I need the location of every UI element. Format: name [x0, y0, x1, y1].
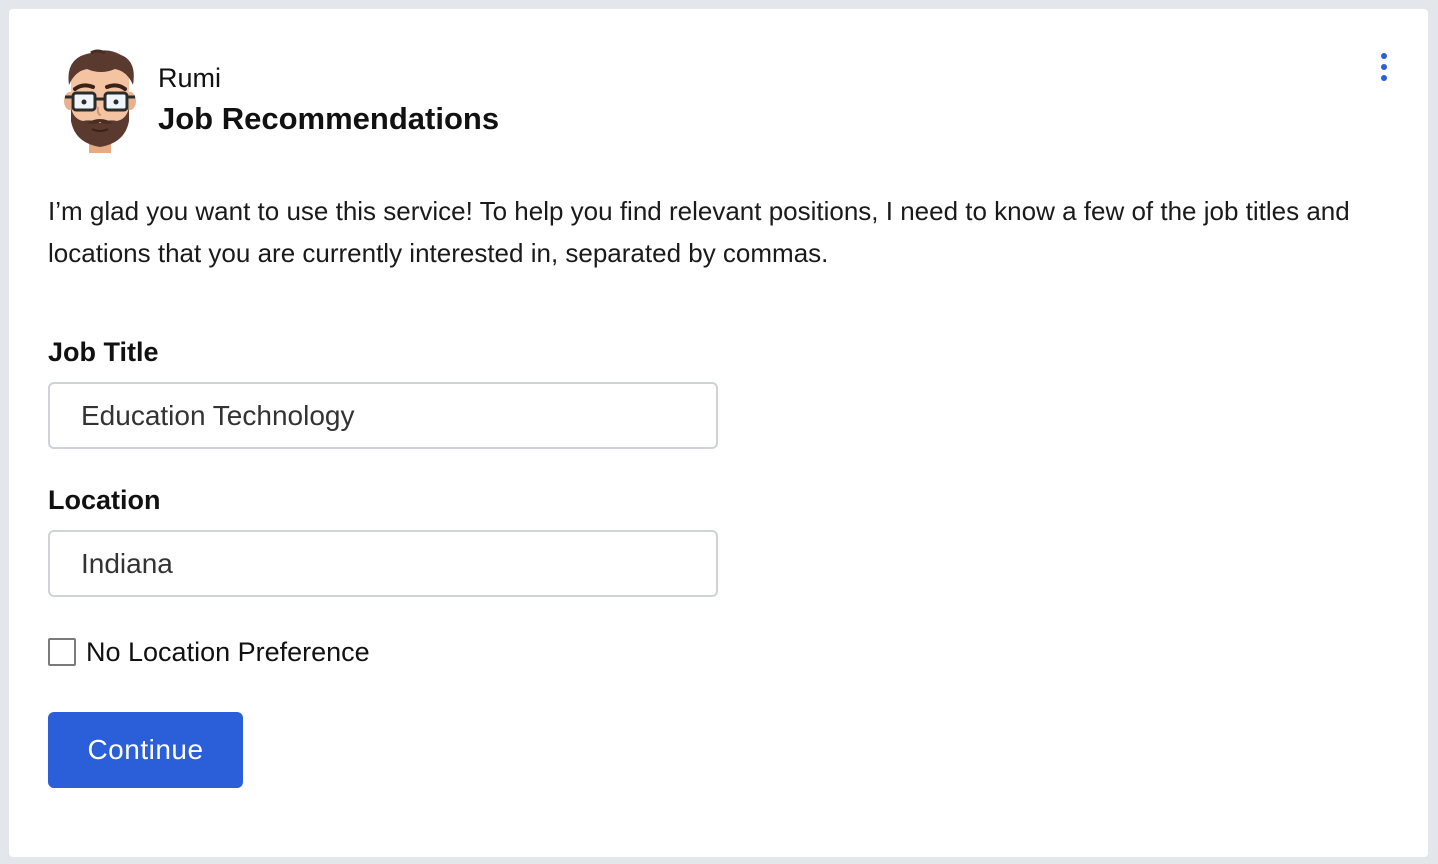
no-location-preference-option[interactable]: No Location Preference	[48, 635, 370, 669]
intro-message: I’m glad you want to use this service! T…	[48, 196, 1350, 268]
no-location-preference-checkbox[interactable]	[48, 638, 76, 666]
header-text: Rumi Job Recommendations	[158, 61, 499, 139]
continue-button[interactable]: Continue	[48, 712, 243, 788]
location-input[interactable]	[48, 530, 718, 597]
more-options-button[interactable]	[1369, 49, 1399, 85]
widget-title: Job Recommendations	[158, 101, 500, 136]
job-title-input[interactable]	[48, 382, 718, 449]
location-label: Location	[48, 485, 161, 515]
vertical-dots-icon	[1381, 53, 1387, 59]
bearded-man-avatar-icon	[64, 49, 136, 153]
job-recommendations-card: Rumi Job Recommendations I’m glad you wa…	[9, 9, 1428, 857]
no-location-preference-label: No Location Preference	[86, 636, 370, 667]
bot-name: Rumi	[158, 63, 222, 93]
job-title-label: Job Title	[48, 337, 159, 367]
